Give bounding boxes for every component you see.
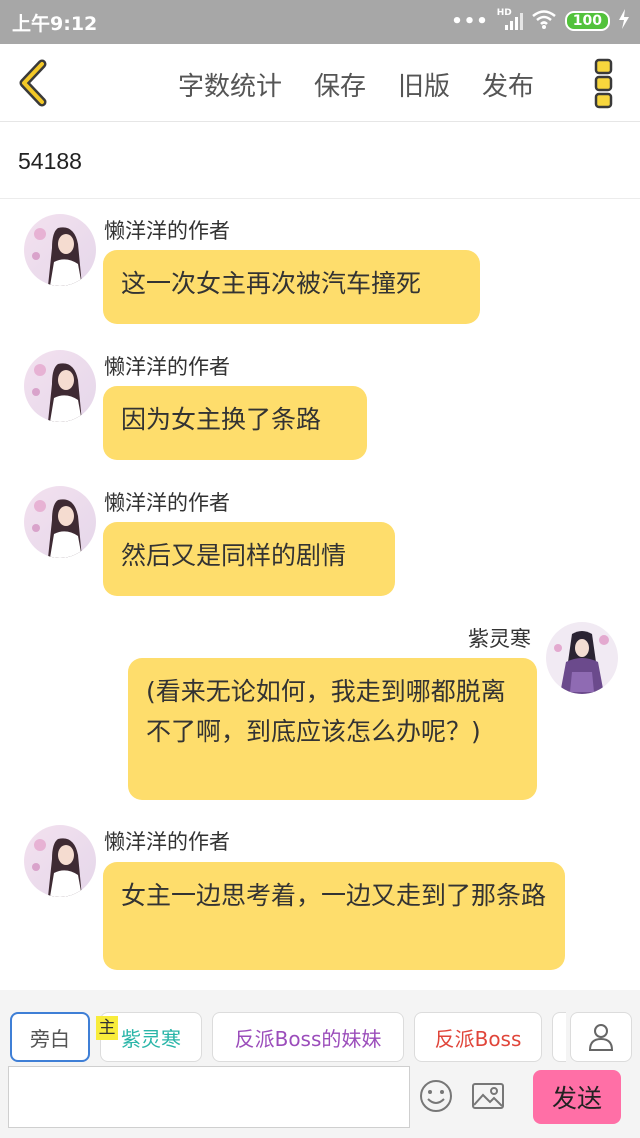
toolbar-actions: 字数统计 保存 旧版 发布 [178, 66, 534, 103]
status-bar: 上午9:12 ••• HD 100 [0, 0, 640, 44]
message-input[interactable] [8, 1066, 410, 1128]
sender-name: 懒洋洋的作者 [104, 830, 230, 854]
image-icon [472, 1083, 504, 1109]
more-dots-icon: ••• [451, 10, 489, 32]
author-avatar[interactable] [24, 214, 96, 286]
add-character-button[interactable] [570, 1012, 632, 1062]
person-icon [588, 1024, 614, 1051]
message-bubble[interactable]: 因为女主换了条路 [103, 386, 367, 460]
smiley-icon [420, 1080, 452, 1112]
author-avatar[interactable] [24, 350, 96, 422]
battery-indicator: 100 [564, 11, 610, 31]
word-count: 54188 [18, 148, 82, 174]
message-bubble[interactable]: 这一次女主再次被汽车撞死 [103, 250, 480, 324]
back-button[interactable] [14, 59, 54, 107]
word-stats-button[interactable]: 字数统计 [178, 66, 282, 103]
status-icons: ••• HD 100 [451, 8, 630, 34]
character-chip-label: 反派Boss [434, 1026, 522, 1051]
emoji-button[interactable] [418, 1078, 458, 1118]
charging-icon [618, 9, 630, 33]
signal-label: HD [496, 8, 512, 18]
wifi-icon [531, 8, 557, 34]
nav-bar: 字数统计 保存 旧版 发布 [0, 44, 640, 122]
old-version-button[interactable]: 旧版 [398, 66, 450, 103]
menu-dots-icon [594, 58, 613, 109]
author-avatar[interactable] [24, 486, 96, 558]
sender-name: 懒洋洋的作者 [104, 219, 230, 243]
sender-name: 懒洋洋的作者 [104, 355, 230, 379]
sender-name: 紫灵寒 [468, 627, 531, 651]
user-avatar[interactable] [546, 622, 618, 694]
message-bubble[interactable]: 女主一边思考着，一边又走到了那条路 [103, 862, 565, 970]
character-chip-narrator[interactable]: 旁白 [10, 1012, 90, 1062]
image-button[interactable] [470, 1078, 510, 1118]
send-button[interactable]: 发送 [533, 1070, 621, 1124]
author-avatar[interactable] [24, 825, 96, 897]
publish-button[interactable]: 发布 [482, 66, 534, 103]
character-chip-label: 紫灵寒 [121, 1026, 181, 1051]
character-chip-villain[interactable]: 反派Boss [414, 1012, 542, 1062]
sender-name: 懒洋洋的作者 [104, 491, 230, 515]
character-chip-label: 反派Boss的妹妹 [234, 1026, 382, 1051]
status-time: 上午9:12 [12, 13, 98, 35]
character-chip-villain-sister[interactable]: 反派Boss的妹妹 [212, 1012, 404, 1062]
divider [0, 198, 640, 199]
character-chip-label: 旁白 [30, 1026, 70, 1051]
save-button[interactable]: 保存 [314, 66, 366, 103]
message-bubble[interactable]: (看来无论如何，我走到哪都脱离不了啊，到底应该怎么办呢？) [128, 658, 537, 800]
main-character-badge: 主 [96, 1016, 118, 1040]
message-bubble[interactable]: 然后又是同样的剧情 [103, 522, 395, 596]
character-chip-more[interactable] [552, 1012, 566, 1062]
more-menu-button[interactable] [594, 58, 614, 110]
chevron-left-icon [19, 59, 47, 107]
send-button-label: 发送 [551, 1084, 602, 1113]
signal-icon: HD [496, 8, 523, 32]
